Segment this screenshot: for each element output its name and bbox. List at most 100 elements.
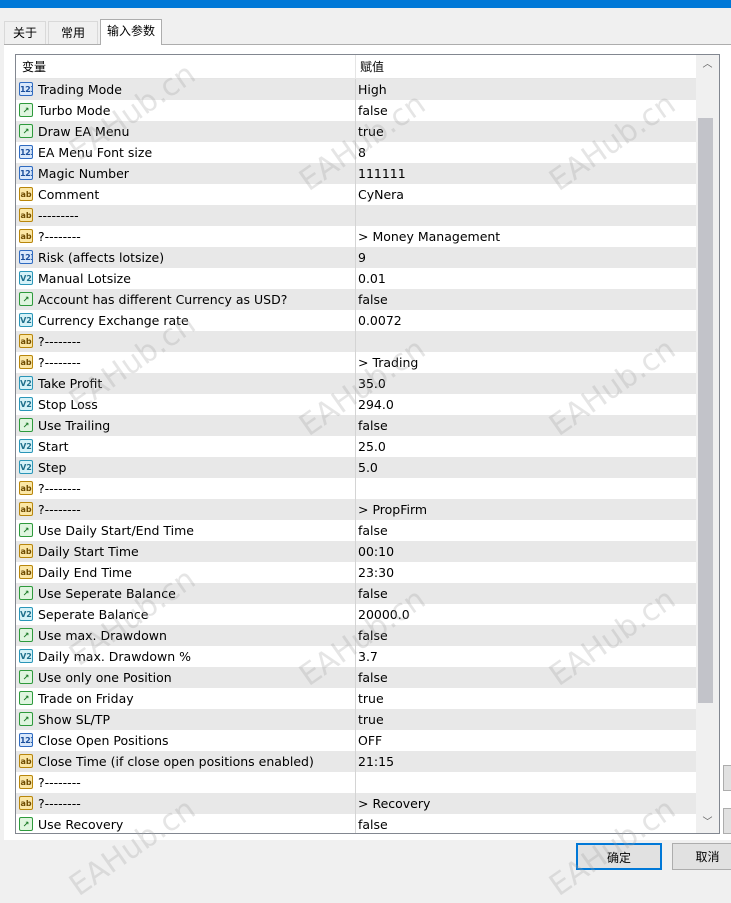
side-button-bottom[interactable] [723,808,731,834]
parameter-row[interactable]: ab Comment CyNera [16,184,696,205]
parameter-value[interactable]: 21:15 [358,751,394,772]
parameter-name: Start [38,439,69,454]
parameter-name: Daily Start Time [38,544,139,559]
parameter-row[interactable]: ↗ Use max. Drawdown false [16,625,696,646]
tab-common[interactable]: 常用 [48,21,98,44]
column-divider[interactable] [355,55,356,78]
parameter-value[interactable]: > Money Management [358,226,500,247]
parameter-row[interactable]: ↗ Turbo Mode false [16,100,696,121]
parameter-value[interactable]: 3.7 [358,646,378,667]
parameter-row[interactable]: 123 Magic Number 111111 [16,163,696,184]
boolean-type-icon: ↗ [19,418,33,432]
scroll-down-arrow-icon[interactable]: ﹀ [696,813,719,833]
side-button-top[interactable] [723,765,731,791]
parameter-name: Currency Exchange rate [38,313,189,328]
parameter-value[interactable]: false [358,415,388,436]
parameter-value[interactable]: false [358,667,388,688]
parameter-row[interactable]: 123 Close Open Positions OFF [16,730,696,751]
parameter-row[interactable]: ↗ Use only one Position false [16,667,696,688]
tab-about[interactable]: 关于 [4,21,46,44]
parameter-row[interactable]: ↗ Account has different Currency as USD? f… [16,289,696,310]
string-type-icon: ab [19,334,33,348]
parameter-row[interactable]: V2 Seperate Balance 20000.0 [16,604,696,625]
parameter-value[interactable]: 5.0 [358,457,378,478]
parameter-value[interactable]: true [358,709,384,730]
parameter-row[interactable]: V2 Step 5.0 [16,457,696,478]
parameter-row[interactable]: ab ?-------- [16,331,696,352]
parameter-row[interactable]: ab ?-------- [16,772,696,793]
parameter-row[interactable]: ab Daily Start Time 00:10 [16,541,696,562]
parameter-value[interactable]: true [358,121,384,142]
parameter-row[interactable]: ↗ Use Trailing false [16,415,696,436]
cell-divider [355,583,356,604]
parameter-row[interactable]: V2 Start 25.0 [16,436,696,457]
double-type-icon: V2 [19,439,33,453]
parameter-value[interactable]: false [358,100,388,121]
parameter-value[interactable]: 0.0072 [358,310,402,331]
parameter-row[interactable]: V2 Take Profit 35.0 [16,373,696,394]
parameter-row[interactable]: ↗ Trade on Friday true [16,688,696,709]
parameter-row[interactable]: V2 Daily max. Drawdown % 3.7 [16,646,696,667]
parameter-value[interactable]: 9 [358,247,366,268]
cancel-button[interactable]: 取消 [672,843,731,870]
parameter-row[interactable]: ab ?-------- > PropFirm [16,499,696,520]
cell-divider [355,814,356,833]
boolean-type-icon: ↗ [19,523,33,537]
parameter-row[interactable]: ↗ Use Seperate Balance false [16,583,696,604]
parameter-row[interactable]: V2 Manual Lotsize 0.01 [16,268,696,289]
parameter-value[interactable]: High [358,79,387,100]
parameter-value[interactable]: OFF [358,730,382,751]
parameter-value[interactable]: false [358,625,388,646]
parameter-row[interactable]: ab Close Time (if close open positions en… [16,751,696,772]
vertical-scrollbar[interactable]: ︿ ﹀ [696,55,719,833]
parameter-row[interactable]: ↗ Draw EA Menu true [16,121,696,142]
parameter-name: --------- [38,208,79,223]
parameter-value[interactable]: false [358,520,388,541]
parameter-value[interactable]: > Recovery [358,793,430,814]
parameter-row[interactable]: V2 Stop Loss 294.0 [16,394,696,415]
integer-type-icon: 123 [19,145,33,159]
parameter-row[interactable]: V2 Currency Exchange rate 0.0072 [16,310,696,331]
parameter-row[interactable]: ab Daily End Time 23:30 [16,562,696,583]
parameter-row[interactable]: ab ?-------- [16,478,696,499]
parameter-name: Risk (affects lotsize) [38,250,165,265]
parameter-value[interactable]: 0.01 [358,268,386,289]
parameter-row[interactable]: ↗ Use Recovery false [16,814,696,833]
ok-button[interactable]: 确定 [576,843,662,870]
parameter-row[interactable]: ab ?-------- > Recovery [16,793,696,814]
scroll-up-arrow-icon[interactable]: ︿ [696,55,719,75]
parameter-value[interactable]: 00:10 [358,541,394,562]
parameter-value[interactable]: > PropFirm [358,499,427,520]
parameter-value[interactable]: false [358,814,388,833]
parameter-value[interactable]: 35.0 [358,373,386,394]
parameter-row[interactable]: ab --------- [16,205,696,226]
parameter-row[interactable]: ↗ Show SL/TP true [16,709,696,730]
parameter-value[interactable]: 25.0 [358,436,386,457]
parameter-value[interactable]: 8 [358,142,366,163]
cell-divider [355,331,356,352]
parameter-value[interactable]: > Trading [358,352,418,373]
parameter-row[interactable]: 123 Risk (affects lotsize) 9 [16,247,696,268]
parameter-value[interactable]: true [358,688,384,709]
parameter-value[interactable]: 294.0 [358,394,394,415]
scrollbar-thumb[interactable] [698,118,713,703]
parameter-name: Use Seperate Balance [38,586,176,601]
parameter-row[interactable]: ↗ Use Daily Start/End Time false [16,520,696,541]
cell-divider [355,520,356,541]
parameter-value[interactable]: 23:30 [358,562,394,583]
parameter-row[interactable]: 123 Trading Mode High [16,79,696,100]
parameter-value[interactable]: 20000.0 [358,604,410,625]
parameter-row[interactable]: ab ?-------- > Money Management [16,226,696,247]
parameter-name: Manual Lotsize [38,271,131,286]
column-header-value[interactable]: 赋值 [360,55,384,78]
parameter-row[interactable]: 123 EA Menu Font size 8 [16,142,696,163]
parameter-row[interactable]: ab ?-------- > Trading [16,352,696,373]
parameter-value[interactable]: CyNera [358,184,404,205]
cell-divider [355,730,356,751]
parameter-value[interactable]: 111111 [358,163,406,184]
column-header-variable[interactable]: 变量 [22,55,46,78]
parameter-value[interactable]: false [358,289,388,310]
tab-inputs[interactable]: 输入参数 [100,19,162,45]
parameter-value[interactable]: false [358,583,388,604]
parameter-name: Take Profit [38,376,103,391]
